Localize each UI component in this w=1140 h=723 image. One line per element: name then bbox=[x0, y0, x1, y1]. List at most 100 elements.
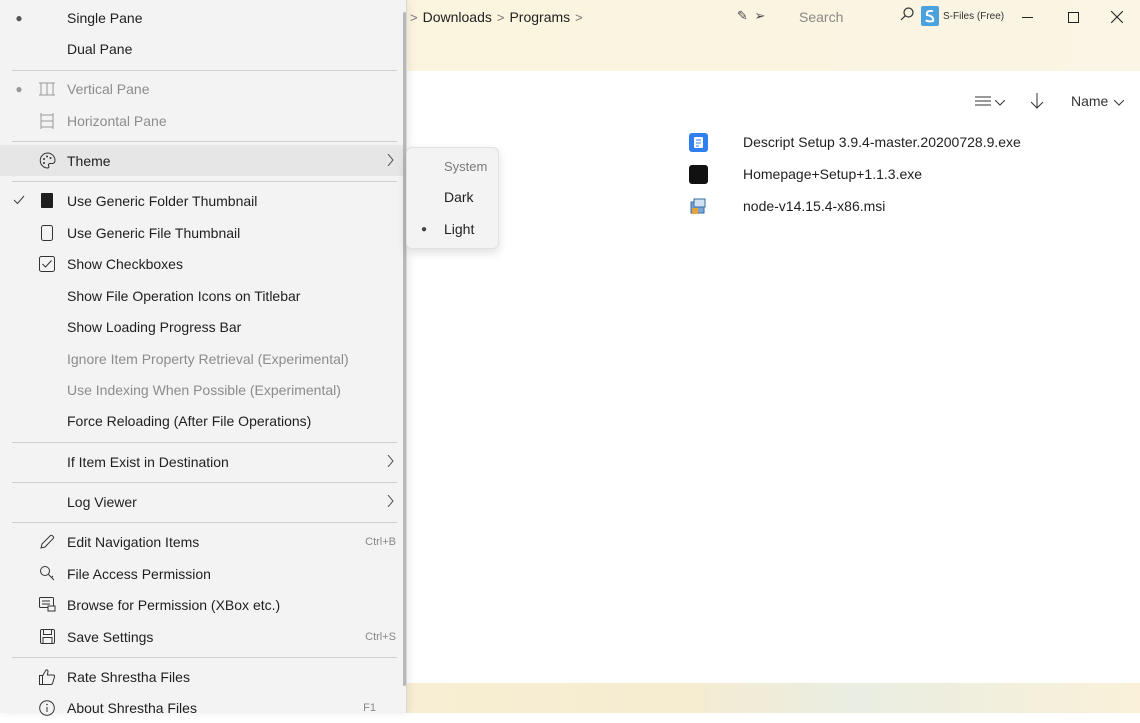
theme-option-system[interactable]: System bbox=[407, 152, 498, 180]
menu-item-save-settings[interactable]: Save Settings Ctrl+S bbox=[0, 621, 406, 652]
menu-item-edit-navigation[interactable]: Edit Navigation Items Ctrl+B bbox=[0, 526, 406, 557]
browse-device-icon bbox=[37, 595, 57, 615]
menu-item-loading-progress-bar[interactable]: Show Loading Progress Bar bbox=[0, 311, 406, 342]
chevron-right-icon bbox=[387, 454, 394, 470]
chevron-down-icon bbox=[1114, 93, 1125, 109]
app-logo-icon bbox=[921, 6, 939, 26]
menu-item-show-checkboxes[interactable]: Show Checkboxes bbox=[0, 248, 406, 279]
menu-divider bbox=[12, 141, 397, 142]
folder-thumbnail-icon bbox=[37, 191, 57, 211]
shortcut-label: F1 bbox=[363, 701, 376, 714]
menu-item-label: Show Checkboxes bbox=[67, 255, 183, 272]
menu-item-generic-file-thumbnail[interactable]: Use Generic File Thumbnail bbox=[0, 217, 406, 248]
chevron-right-icon bbox=[387, 494, 394, 510]
menu-divider bbox=[12, 442, 397, 443]
file-exe-icon bbox=[689, 164, 708, 184]
titlebar-actions: ✎ ➢ bbox=[737, 8, 765, 24]
menu-item-rate[interactable]: Rate Shrestha Files bbox=[0, 661, 406, 692]
breadcrumb-separator-icon: > bbox=[496, 9, 505, 25]
menu-item-label: Save Settings bbox=[67, 628, 154, 645]
selected-bullet-icon: ● bbox=[15, 81, 23, 96]
app-title: S-Files (Free) bbox=[943, 11, 1005, 22]
menu-item-use-indexing[interactable]: Use Indexing When Possible (Experimental… bbox=[0, 374, 406, 405]
theme-option-label: Dark bbox=[444, 189, 474, 205]
menu-item-label: Vertical Pane bbox=[67, 80, 150, 97]
menu-item-file-operation-icons[interactable]: Show File Operation Icons on Titlebar bbox=[0, 280, 406, 311]
menu-divider bbox=[12, 482, 397, 483]
menu-item-label: Use Indexing When Possible (Experimental… bbox=[67, 381, 341, 398]
menu-item-about[interactable]: About Shrestha Files F1 bbox=[0, 692, 406, 723]
file-name: node-v14.15.4-x86.msi bbox=[743, 198, 886, 214]
sort-by-button[interactable]: Name bbox=[1071, 93, 1125, 109]
maximize-button[interactable] bbox=[1050, 2, 1096, 32]
menu-item-label: Use Generic File Thumbnail bbox=[67, 224, 241, 241]
save-icon bbox=[37, 627, 57, 647]
menu-item-label: Rate Shrestha Files bbox=[67, 668, 190, 685]
menu-item-label: Browse for Permission (XBox etc.) bbox=[67, 596, 281, 613]
menu-item-browse-permission[interactable]: Browse for Permission (XBox etc.) bbox=[0, 589, 406, 620]
horizontal-pane-icon bbox=[37, 111, 57, 131]
sort-direction-button[interactable] bbox=[1030, 93, 1044, 109]
menu-item-label: Show Loading Progress Bar bbox=[67, 318, 242, 335]
file-item[interactable]: Homepage+Setup+1.1.3.exe bbox=[689, 163, 922, 185]
file-name: Homepage+Setup+1.1.3.exe bbox=[743, 166, 923, 182]
file-msi-icon bbox=[689, 197, 708, 216]
menu-item-label: Horizontal Pane bbox=[67, 112, 167, 129]
vertical-pane-icon bbox=[37, 79, 57, 99]
theme-submenu: System Dark ● Light bbox=[406, 147, 499, 249]
chevron-down-icon bbox=[994, 93, 1006, 109]
menu-item-vertical-pane[interactable]: ● Vertical Pane bbox=[0, 73, 406, 104]
search-icon[interactable] bbox=[899, 6, 915, 25]
send-icon[interactable]: ➢ bbox=[755, 8, 766, 23]
menu-item-dual-pane[interactable]: Dual Pane bbox=[0, 33, 406, 64]
menu-item-label: Dual Pane bbox=[67, 40, 133, 57]
palette-icon bbox=[37, 151, 57, 171]
checkmark-icon bbox=[10, 194, 28, 208]
settings-menu: ● Single Pane Dual Pane ● Vertical Pane … bbox=[0, 0, 407, 716]
breadcrumb-chevron-icon[interactable]: > bbox=[575, 10, 583, 25]
theme-option-light[interactable]: ● Light bbox=[407, 215, 498, 243]
menu-divider bbox=[12, 657, 397, 658]
thumbs-up-icon bbox=[37, 667, 57, 687]
menu-item-force-reloading[interactable]: Force Reloading (After File Operations) bbox=[0, 405, 406, 436]
menu-item-generic-folder-thumbnail[interactable]: Use Generic Folder Thumbnail bbox=[0, 185, 406, 216]
breadcrumb-item-downloads[interactable]: Downloads bbox=[423, 9, 492, 25]
menu-item-ignore-property-retrieval[interactable]: Ignore Item Property Retrieval (Experime… bbox=[0, 343, 406, 374]
file-thumbnail-icon bbox=[37, 223, 57, 243]
info-icon bbox=[37, 698, 57, 718]
chevron-right-icon bbox=[387, 153, 394, 169]
menu-item-label: Show File Operation Icons on Titlebar bbox=[67, 287, 301, 304]
menu-item-theme[interactable]: Theme bbox=[0, 145, 406, 176]
key-search-icon bbox=[37, 564, 57, 584]
sort-by-label: Name bbox=[1071, 93, 1109, 109]
menu-scrollbar[interactable] bbox=[403, 12, 406, 686]
menu-item-label: File Access Permission bbox=[67, 565, 211, 582]
pencil-icon bbox=[37, 532, 57, 552]
rename-icon[interactable]: ✎ bbox=[737, 8, 748, 23]
menu-item-label: If Item Exist in Destination bbox=[67, 453, 229, 470]
view-mode-button[interactable] bbox=[975, 93, 1006, 109]
theme-option-dark[interactable]: Dark bbox=[407, 183, 498, 211]
menu-divider bbox=[12, 522, 397, 523]
close-button[interactable] bbox=[1094, 2, 1140, 32]
menu-item-if-item-exist[interactable]: If Item Exist in Destination bbox=[0, 446, 406, 477]
minimize-button[interactable] bbox=[1004, 2, 1050, 32]
file-item[interactable]: Descript Setup 3.9.4-master.20200728.9.e… bbox=[689, 131, 1021, 153]
file-item[interactable]: node-v14.15.4-x86.msi bbox=[689, 195, 885, 217]
menu-item-file-access-permission[interactable]: File Access Permission bbox=[0, 558, 406, 589]
menu-item-label: Log Viewer bbox=[67, 493, 137, 510]
breadcrumb: > Downloads > Programs > bbox=[405, 9, 588, 25]
menu-item-log-viewer[interactable]: Log Viewer bbox=[0, 486, 406, 517]
selected-bullet-icon: ● bbox=[15, 10, 23, 25]
menu-item-horizontal-pane[interactable]: Horizontal Pane bbox=[0, 105, 406, 136]
selected-bullet-icon: ● bbox=[421, 223, 428, 235]
search-input[interactable]: Search bbox=[799, 9, 843, 25]
menu-item-label: Edit Navigation Items bbox=[67, 533, 200, 550]
menu-item-single-pane[interactable]: ● Single Pane bbox=[0, 2, 406, 33]
menu-item-label: About Shrestha Files bbox=[67, 699, 197, 716]
shortcut-label: Ctrl+B bbox=[365, 535, 396, 548]
file-name: Descript Setup 3.9.4-master.20200728.9.e… bbox=[743, 134, 1021, 150]
menu-item-label: Single Pane bbox=[67, 9, 143, 26]
breadcrumb-item-programs[interactable]: Programs bbox=[509, 9, 570, 25]
menu-divider bbox=[12, 181, 397, 182]
